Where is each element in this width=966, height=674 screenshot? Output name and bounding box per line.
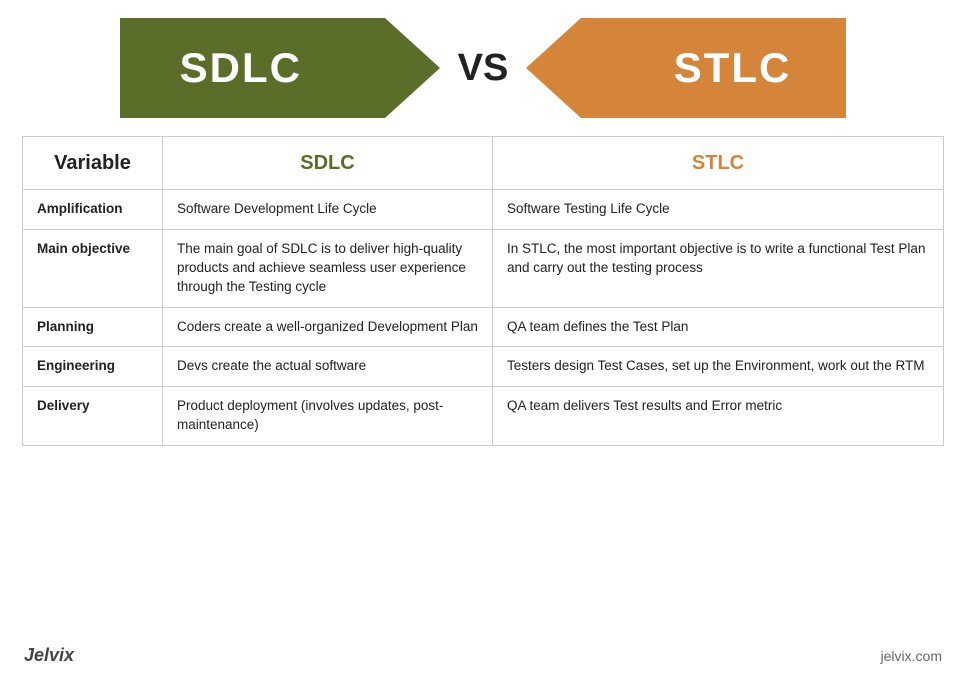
stlc-arrow: STLC (526, 18, 846, 118)
vs-label: VS (458, 47, 509, 90)
row-2-variable: Planning (23, 307, 163, 347)
row-4-stlc: QA team delivers Test results and Error … (493, 387, 944, 446)
stlc-label: STLC (674, 44, 792, 92)
row-0-stlc: Software Testing Life Cycle (493, 190, 944, 230)
row-1-sdlc: The main goal of SDLC is to deliver high… (163, 229, 493, 307)
row-0-variable: Amplification (23, 190, 163, 230)
sdlc-arrow-body: SDLC (120, 18, 385, 118)
comparison-table: Variable SDLC STLC Amplification Softwar… (22, 136, 944, 446)
col-sdlc-header: SDLC (163, 137, 493, 190)
row-0-sdlc: Software Development Life Cycle (163, 190, 493, 230)
sdlc-arrow: SDLC (120, 18, 440, 118)
table-row: Amplification Software Development Life … (23, 190, 944, 230)
table-row: Main objective The main goal of SDLC is … (23, 229, 944, 307)
table-header-row: Variable SDLC STLC (23, 137, 944, 190)
table-row: Delivery Product deployment (involves up… (23, 387, 944, 446)
sdlc-arrow-shape: SDLC (120, 18, 440, 118)
sdlc-arrow-head (385, 18, 440, 118)
col-stlc-header: STLC (493, 137, 944, 190)
footer: Jelvix jelvix.com (0, 641, 966, 674)
stlc-arrow-shape: STLC (526, 18, 846, 118)
row-3-stlc: Testers design Test Cases, set up the En… (493, 347, 944, 387)
table-row: Planning Coders create a well-organized … (23, 307, 944, 347)
row-1-variable: Main objective (23, 229, 163, 307)
col-variable-header: Variable (23, 137, 163, 190)
row-1-stlc: In STLC, the most important objective is… (493, 229, 944, 307)
row-4-variable: Delivery (23, 387, 163, 446)
brand-name: Jelvix (24, 645, 74, 666)
row-4-sdlc: Product deployment (involves updates, po… (163, 387, 493, 446)
comparison-table-section: Variable SDLC STLC Amplification Softwar… (0, 136, 966, 641)
website-url: jelvix.com (881, 648, 942, 664)
header-section: SDLC VS STLC (0, 0, 966, 136)
row-3-sdlc: Devs create the actual software (163, 347, 493, 387)
row-2-sdlc: Coders create a well-organized Developme… (163, 307, 493, 347)
row-2-stlc: QA team defines the Test Plan (493, 307, 944, 347)
row-3-variable: Engineering (23, 347, 163, 387)
stlc-arrow-head (526, 18, 581, 118)
table-row: Engineering Devs create the actual softw… (23, 347, 944, 387)
stlc-arrow-body: STLC (581, 18, 846, 118)
sdlc-label: SDLC (180, 44, 302, 92)
